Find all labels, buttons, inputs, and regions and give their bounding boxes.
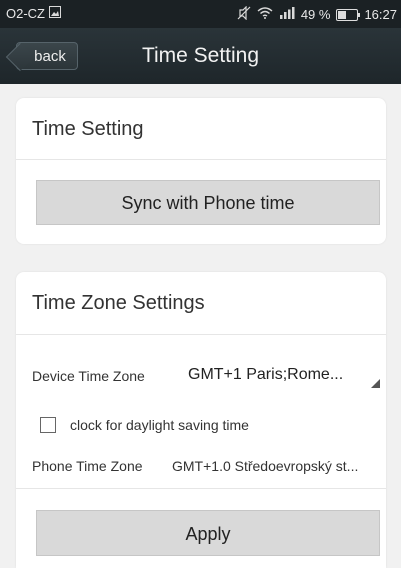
mute-icon	[237, 5, 251, 23]
time-setting-heading: Time Setting	[32, 118, 144, 140]
time-zone-settings-heading: Time Zone Settings	[32, 292, 205, 314]
battery-percent: 49 %	[300, 7, 331, 22]
battery-icon	[336, 8, 361, 21]
daylight-saving-checkbox[interactable]	[40, 417, 56, 433]
daylight-saving-label: clock for daylight saving time	[70, 417, 249, 433]
divider	[16, 488, 386, 489]
device-time-zone-select[interactable]: GMT+1 Paris;Rome...	[188, 362, 382, 390]
dropdown-arrow-icon	[371, 379, 380, 388]
sync-with-phone-time-button[interactable]: Sync with Phone time	[36, 180, 380, 225]
image-icon	[49, 6, 61, 21]
divider	[16, 159, 386, 160]
back-button[interactable]: back	[16, 42, 78, 70]
divider	[16, 334, 386, 335]
apply-button[interactable]: Apply	[36, 510, 380, 556]
time-setting-card: Time Setting Sync with Phone time	[16, 98, 386, 244]
wifi-icon	[257, 7, 273, 22]
status-bar: O2-CZ 49 % 16:27	[0, 0, 401, 28]
device-time-zone-label: Device Time Zone	[32, 368, 145, 384]
phone-time-zone-label: Phone Time Zone	[32, 458, 143, 474]
signal-icon	[279, 7, 295, 22]
device-time-zone-value: GMT+1 Paris;Rome...	[188, 366, 344, 383]
title-bar: back Time Setting	[0, 28, 401, 84]
phone-time-zone-value: GMT+1.0 Středoevropský st...	[172, 458, 359, 474]
time-zone-settings-card: Time Zone Settings Device Time Zone GMT+…	[16, 272, 386, 568]
carrier-label: O2-CZ	[6, 6, 45, 21]
clock: 16:27	[364, 7, 397, 22]
